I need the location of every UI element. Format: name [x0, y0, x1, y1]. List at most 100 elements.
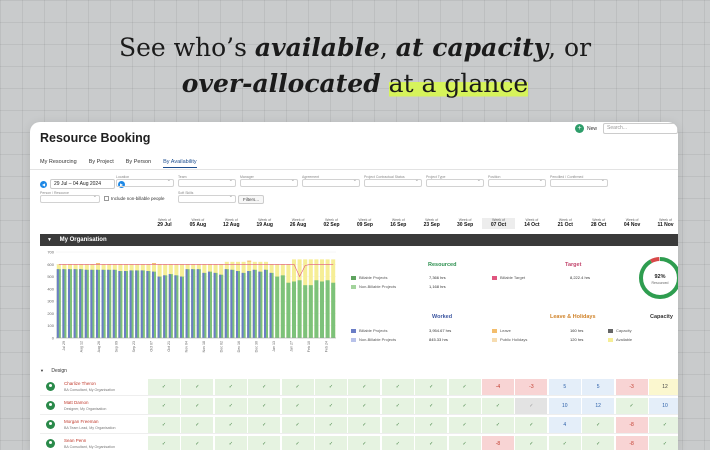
availability-cell[interactable]: ✓ [515, 436, 549, 450]
team-select[interactable]: Team [178, 175, 236, 188]
tab-my-resourcing[interactable]: My Resourcing [40, 159, 77, 168]
availability-cell[interactable]: 10 [649, 398, 678, 414]
availability-cell[interactable]: -4 [482, 379, 515, 395]
availability-cell[interactable]: ✓ [348, 398, 382, 414]
availability-cell[interactable]: ✓ [348, 379, 382, 395]
availability-cell[interactable]: ✓ [515, 417, 549, 433]
prev-week-icon[interactable]: ◀ [40, 180, 47, 188]
collapse-icon[interactable]: ▼ [47, 234, 52, 246]
availability-cell[interactable]: ✓ [181, 436, 215, 450]
availability-cell[interactable]: ✓ [181, 379, 215, 395]
week-column-header: Week of 23 Sep [415, 218, 448, 229]
person-resource-select[interactable]: Person / Resource [40, 191, 100, 204]
include-non-billable-checkbox[interactable]: Include non-billable people [104, 196, 165, 201]
availability-cell[interactable]: -8 [615, 417, 649, 433]
tab-by-person[interactable]: By Person [126, 159, 151, 168]
availability-cell[interactable]: ✓ [582, 417, 616, 433]
search-input[interactable]: Search... [603, 123, 678, 134]
availability-cell[interactable]: ✓ [448, 436, 482, 450]
availability-cell[interactable]: ✓ [348, 417, 382, 433]
table-row[interactable]: Morgan Freeman BA Team Lead, My Organisat… [40, 416, 678, 434]
availability-cell[interactable]: ✓ [415, 417, 449, 433]
availability-cell[interactable]: ✓ [148, 436, 181, 450]
availability-cell[interactable]: ✓ [381, 398, 415, 414]
availability-cell[interactable]: ✓ [148, 417, 181, 433]
availability-cell[interactable]: ✓ [415, 379, 449, 395]
availability-cell[interactable]: ✓ [315, 398, 348, 414]
legend-value: 7,366 hrs [429, 275, 446, 280]
location-select[interactable]: Location [116, 175, 174, 188]
availability-cell[interactable]: ✓ [381, 436, 415, 450]
availability-cell[interactable]: ✓ [181, 417, 215, 433]
soft-skills-select[interactable]: Soft Skills [178, 191, 236, 204]
manager-select[interactable]: Manager [240, 175, 298, 188]
availability-cell[interactable]: ✓ [248, 398, 282, 414]
design-group-header[interactable]: ▼ Design [40, 368, 67, 374]
availability-cell[interactable]: ✓ [214, 417, 248, 433]
availability-cell[interactable]: ✓ [281, 398, 315, 414]
tab-by-availability[interactable]: By Availability [163, 159, 197, 168]
availability-cell[interactable]: ✓ [448, 417, 482, 433]
contractual-status-select[interactable]: Project Contractual Status [364, 175, 422, 188]
availability-cell[interactable]: ✓ [415, 398, 449, 414]
availability-cell[interactable]: ✓ [415, 436, 449, 450]
availability-cell[interactable]: ✓ [315, 436, 348, 450]
agreement-select[interactable]: Agreement [302, 175, 360, 188]
availability-cell[interactable]: 12 [582, 398, 616, 414]
position-select[interactable]: Position [488, 175, 546, 188]
availability-cell[interactable]: 4 [548, 417, 582, 433]
worked-bar [258, 271, 261, 338]
availability-cell[interactable]: ✓ [582, 436, 616, 450]
collapse-icon[interactable]: ▼ [40, 368, 44, 373]
availability-cell[interactable]: ✓ [482, 417, 515, 433]
availability-cell[interactable]: ✓ [214, 398, 248, 414]
tab-by-project[interactable]: By Project [89, 159, 114, 168]
availability-cell[interactable]: 5 [548, 379, 582, 395]
organisation-group-header[interactable]: ▼ My Organisation [40, 234, 678, 246]
table-row[interactable]: Charlize Theron BA Consultant, My Organis… [40, 378, 678, 396]
availability-cell[interactable]: ✓ [448, 398, 482, 414]
availability-cell[interactable]: ✓ [148, 379, 181, 395]
availability-cell[interactable]: ✓ [181, 398, 215, 414]
person-name[interactable]: Matt Damon [64, 400, 89, 405]
availability-cell[interactable]: ✓ [248, 417, 282, 433]
filters-button[interactable]: Filters... [238, 195, 265, 204]
availability-cell[interactable]: ✓ [348, 436, 382, 450]
person-name[interactable]: Morgan Freeman [64, 419, 99, 424]
availability-cell[interactable]: 5 [582, 379, 616, 395]
week-date: 23 Sep [423, 222, 440, 228]
availability-cell[interactable]: ✓ [248, 436, 282, 450]
date-range-field[interactable]: 29 Jul – 04 Aug 2024 [50, 179, 115, 189]
project-type-select[interactable]: Project Type [426, 175, 484, 188]
availability-cell[interactable]: ✓ [315, 379, 348, 395]
availability-cell[interactable]: ✓ [381, 417, 415, 433]
availability-cell[interactable]: ✓ [649, 436, 678, 450]
availability-cell[interactable]: ✓ [515, 398, 549, 414]
availability-cell[interactable]: -8 [482, 436, 515, 450]
availability-cell[interactable]: -3 [515, 379, 549, 395]
availability-cell[interactable]: ✓ [281, 417, 315, 433]
availability-cell[interactable]: ✓ [214, 379, 248, 395]
availability-cell[interactable]: -3 [615, 379, 649, 395]
new-button[interactable]: + New [575, 124, 597, 133]
availability-cell[interactable]: ✓ [649, 417, 678, 433]
availability-cell[interactable]: -8 [615, 436, 649, 450]
availability-cell[interactable]: ✓ [548, 436, 582, 450]
availability-cell[interactable]: ✓ [214, 436, 248, 450]
pencilled-confirmed-select[interactable]: Pencilled / Confirmed [550, 175, 608, 188]
availability-cell[interactable]: ✓ [315, 417, 348, 433]
person-name[interactable]: Sean Penn [64, 438, 86, 443]
table-row[interactable]: Sean Penn BA Consultant, My Organisation ✓… [40, 435, 678, 450]
availability-cell[interactable]: 10 [548, 398, 582, 414]
availability-cell[interactable]: ✓ [148, 398, 181, 414]
availability-cell[interactable]: ✓ [281, 436, 315, 450]
table-row[interactable]: Matt Damon Designer, My Organisation ✓ ✓ ✓ ✓ ✓… [40, 397, 678, 415]
availability-cell[interactable]: ✓ [448, 379, 482, 395]
availability-cell[interactable]: ✓ [281, 379, 315, 395]
availability-cell[interactable]: ✓ [248, 379, 282, 395]
availability-cell[interactable]: ✓ [615, 398, 649, 414]
person-name[interactable]: Charlize Theron [64, 381, 96, 386]
availability-cell[interactable]: 12 [649, 379, 678, 395]
availability-cell[interactable]: ✓ [482, 398, 515, 414]
availability-cell[interactable]: ✓ [381, 379, 415, 395]
